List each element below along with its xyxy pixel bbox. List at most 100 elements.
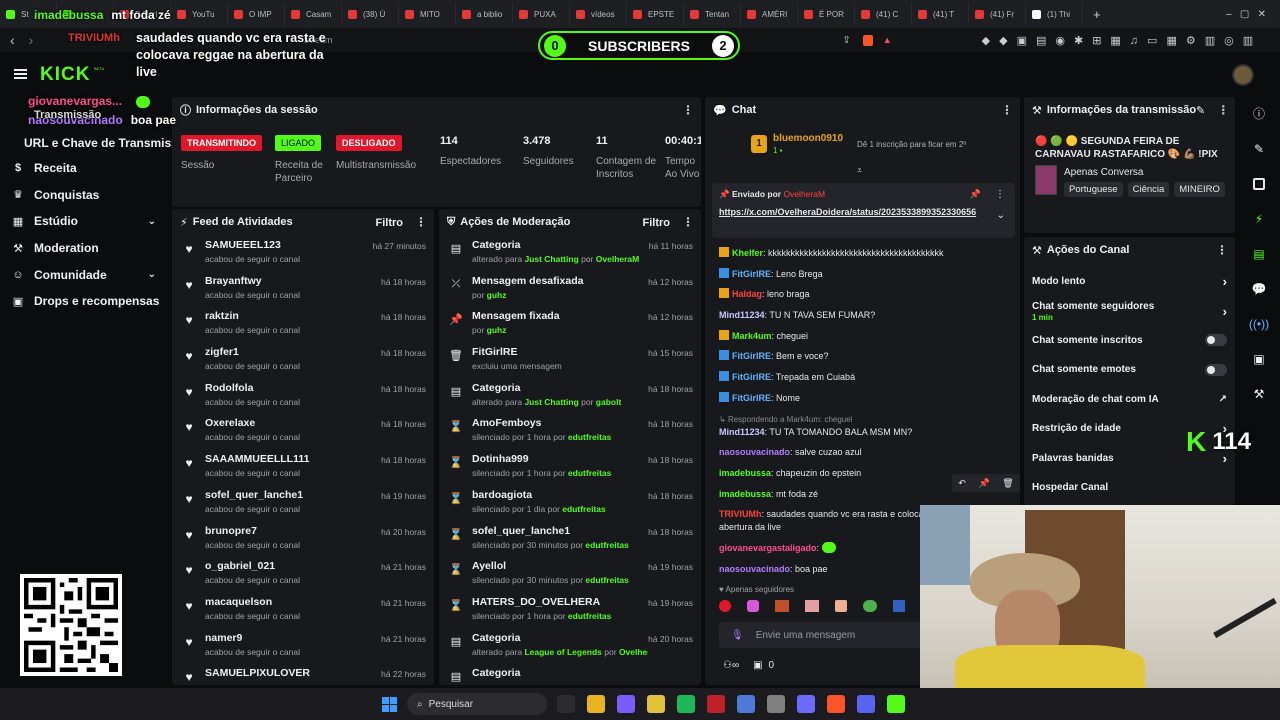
windows-start-icon[interactable] xyxy=(382,696,397,712)
chat-message[interactable]: FitGirlRE: Bem e voce? xyxy=(705,350,1020,363)
list-item[interactable]: ⌛ AmoFemboys silenciado por 1 hora por edu… xyxy=(439,413,701,449)
browser-tab[interactable]: PUXA xyxy=(513,3,570,25)
pin-icon[interactable]: 📌 xyxy=(978,478,989,489)
list-item[interactable]: ♥ raktzin acabou de seguir o canal há 18 ho… xyxy=(172,306,434,342)
browser-tab[interactable]: Tentan xyxy=(684,3,741,25)
app-icon[interactable] xyxy=(617,695,635,713)
tag-chip[interactable]: Portuguese xyxy=(1064,182,1123,197)
more-options-icon[interactable]: ⋮ xyxy=(415,215,427,229)
list-item[interactable]: ♥ SAMUEEEL123 acabou de seguir o canal há 2… xyxy=(172,235,434,271)
expand-icon[interactable] xyxy=(1238,166,1280,201)
wrench-icon[interactable]: ⚒ xyxy=(1238,376,1280,411)
share-icon[interactable]: ⇪ xyxy=(842,35,850,46)
channel-action-row[interactable]: Modo lento › xyxy=(1024,267,1235,296)
trash-icon[interactable]: 🗑 xyxy=(1002,478,1013,489)
browser-tab[interactable]: (1) Thi xyxy=(1026,3,1083,25)
chat-message[interactable]: Khelfer: kkkkkkkkkkkkkkkkkkkkkkkkkkkkkkk… xyxy=(705,247,1020,260)
list-item[interactable]: ▤ Categoria xyxy=(439,663,701,685)
channel-action-row[interactable]: Moderação de chat com IA ↗ xyxy=(1024,385,1235,414)
channel-action-row[interactable]: Hospedar Canal xyxy=(1024,473,1235,502)
list-item[interactable]: ♥ Brayanftwy acabou de seguir o canal há 18… xyxy=(172,271,434,307)
sidebar-item-comunidade[interactable]: ☺ Comunidade ⌄ xyxy=(0,261,170,288)
kick-app-icon[interactable] xyxy=(887,695,905,713)
sidebar-item-url[interactable]: URL e Chave de Transmissão xyxy=(24,136,192,150)
browser-tab[interactable]: EPSTE xyxy=(627,3,684,25)
list-item[interactable]: ♥ SAAAMMUEELLL111 acabou de seguir o canal… xyxy=(172,449,434,485)
chat-user[interactable]: imadebussa xyxy=(719,468,771,478)
browser-tab[interactable]: (38) Ú xyxy=(342,3,399,25)
user-avatar[interactable] xyxy=(1232,64,1254,86)
list-item[interactable]: 🗑 FitGirlRE excluiu uma mensagem há 15 hora… xyxy=(439,342,701,378)
list-item[interactable]: ♥ macaquelson acabou de seguir o canal há 2… xyxy=(172,592,434,628)
edit-icon[interactable]: ✎ xyxy=(1238,131,1280,166)
list-item[interactable]: ♥ o_gabriel_021 acabou de seguir o canal há… xyxy=(172,556,434,592)
browser-tab[interactable]: AMÉRI xyxy=(741,3,798,25)
list-item[interactable]: ⌛ bardoagiota silenciado por 1 dia por edu… xyxy=(439,485,701,521)
new-tab-button[interactable]: + xyxy=(1093,7,1101,22)
chat-user[interactable]: naosouvacinado xyxy=(719,447,790,457)
browser-tab[interactable]: (41) T xyxy=(912,3,969,25)
more-options-icon[interactable]: ⋮ xyxy=(1216,243,1228,257)
document-icon[interactable]: ▤ xyxy=(1238,236,1280,271)
list-item[interactable]: ♥ namer9 acabou de seguir o canal há 21 hor… xyxy=(172,628,434,664)
chat-user[interactable]: FitGirlRE xyxy=(732,269,771,279)
tag-chip[interactable]: MINEIRO xyxy=(1174,182,1225,197)
filter-button[interactable]: Filtro xyxy=(376,217,404,229)
toggle-switch[interactable] xyxy=(1205,334,1227,347)
sidebar-item-conquistas[interactable]: ♛ Conquistas xyxy=(0,182,170,209)
collapse-icon[interactable]: ⩡ xyxy=(857,165,862,176)
list-item[interactable]: ⌛ HATERS_DO_OVELHERA silenciado por 1 hora… xyxy=(439,592,701,628)
browser-tab[interactable]: vídeos xyxy=(570,3,627,25)
chat-user[interactable]: FitGirlRE xyxy=(732,372,771,382)
reply-icon[interactable]: ↶ xyxy=(958,478,966,489)
edit-icon[interactable]: ✎ xyxy=(1196,105,1205,117)
tag-chip[interactable]: Ciência xyxy=(1127,182,1170,197)
emote-icon[interactable] xyxy=(835,600,847,612)
task-view-icon[interactable] xyxy=(557,695,575,713)
chat-user[interactable]: Haldag xyxy=(732,289,762,299)
chat-message[interactable]: FitGirlRE: Trepada em Cuiabá xyxy=(705,371,1020,384)
extensions-icons[interactable]: ◆◆▣▤◉✱⊞▦♫▭▦⚙▥◎▥ xyxy=(982,34,1262,47)
pinned-message[interactable]: 📌 Enviado por OvelheraM https://x.com/Ov… xyxy=(712,183,1015,238)
users-icon[interactable]: ⚇∞ xyxy=(723,660,739,671)
chat-user[interactable]: Khelfer xyxy=(732,248,763,258)
list-item[interactable]: ♥ zigfer1 acabou de seguir o canal há 18 ho… xyxy=(172,342,434,378)
list-item[interactable]: ⌛ sofel_quer_lanche1 silenciado por 30 min… xyxy=(439,521,701,557)
chat-message[interactable]: FitGirlRE: Nome xyxy=(705,391,1020,405)
info-icon[interactable]: ⓘ xyxy=(1238,96,1280,131)
chat-user[interactable]: Mind11234 xyxy=(719,310,765,320)
pinned-link[interactable]: https://x.com/OvelheraDoidera/status/202… xyxy=(719,206,989,218)
list-item[interactable]: ▤ Categoria alterado para League of Legend… xyxy=(439,628,701,664)
emote-icon[interactable] xyxy=(893,600,905,612)
gift-user[interactable]: bluemoon0910 xyxy=(773,133,843,144)
chat-message[interactable]: Mark4um: cheguei xyxy=(705,329,1020,343)
list-item[interactable]: ▤ Categoria alterado para Just Chatting po… xyxy=(439,235,701,271)
brave-rewards-icon[interactable]: ▲ xyxy=(883,35,892,45)
list-item[interactable]: ⌛ Dotinha999 silenciado por 1 hora por edu… xyxy=(439,449,701,485)
emote-icon[interactable] xyxy=(805,600,819,612)
chat-message[interactable]: FitGirlRE: Leno Brega xyxy=(705,267,1020,281)
browser-tab[interactable]: MITO xyxy=(399,3,456,25)
channel-action-row[interactable]: Chat somente emotes xyxy=(1024,355,1235,384)
mic-icon[interactable]: 🎙 xyxy=(731,630,744,641)
chat-user[interactable]: imadebussa xyxy=(719,489,771,499)
browser-tab[interactable]: É POR xyxy=(798,3,855,25)
more-options-icon[interactable]: ⋮ xyxy=(682,103,694,117)
app-icon[interactable] xyxy=(797,695,815,713)
channel-action-row[interactable]: Chat somente seguidores 1 min › xyxy=(1024,296,1235,325)
brave-shield-icon[interactable] xyxy=(862,34,873,46)
chrome-icon[interactable] xyxy=(647,695,665,713)
browser-tab[interactable]: a biblio xyxy=(456,3,513,25)
chat-user[interactable]: giovanevargastaligado xyxy=(719,543,817,553)
browser-tab[interactable]: (41) Fr xyxy=(969,3,1026,25)
emote-icon[interactable] xyxy=(863,600,877,612)
channel-points-icon[interactable]: ▣ xyxy=(753,660,762,671)
sidebar-item-receita[interactable]: $ Receita xyxy=(0,155,170,182)
list-item[interactable]: 📌 Mensagem fixada por guhz há 12 horas xyxy=(439,306,701,342)
chat-message[interactable]: naosouvacinado: salve cuzao azul xyxy=(705,446,1020,459)
chat-user[interactable]: FitGirlRE xyxy=(732,351,771,361)
bolt-icon[interactable]: ⚡ xyxy=(1238,201,1280,236)
more-options-icon[interactable]: ⋮ xyxy=(1001,103,1013,117)
browser-tab[interactable]: (41) C xyxy=(855,3,912,25)
category-name[interactable]: Apenas Conversa xyxy=(1064,167,1144,178)
